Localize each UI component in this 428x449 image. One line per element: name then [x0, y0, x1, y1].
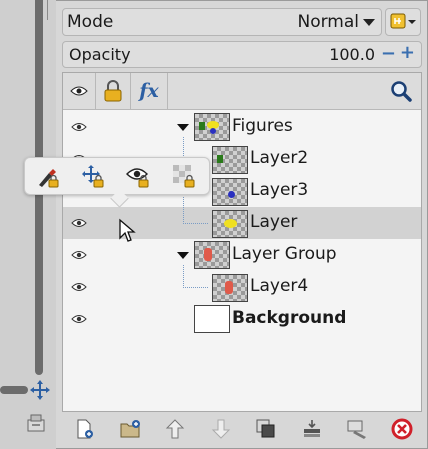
- eye-icon[interactable]: [71, 217, 87, 229]
- opacity-decrease-button[interactable]: −: [381, 43, 396, 64]
- layer-name: Layer Group: [232, 244, 337, 264]
- layers-toolbar: [62, 413, 422, 445]
- search-icon[interactable]: [389, 79, 413, 103]
- raise-layer-icon[interactable]: [163, 417, 187, 441]
- chevron-down-icon: [363, 19, 375, 26]
- effects-column-header[interactable]: fx: [131, 73, 168, 109]
- mode-label: Mode: [67, 12, 114, 32]
- new-layer-icon[interactable]: [72, 417, 96, 441]
- navigate-move-icon[interactable]: [28, 378, 52, 402]
- layer-name: Figures: [232, 116, 293, 136]
- lock-popover: [24, 157, 210, 208]
- layer-thumbnail: [212, 146, 248, 174]
- duplicate-layer-icon[interactable]: [254, 417, 278, 441]
- mouse-cursor-icon: [119, 218, 136, 242]
- layer-row-figures[interactable]: Figures: [63, 111, 421, 143]
- opacity-label: Opacity: [69, 45, 131, 64]
- lock-visibility-icon[interactable]: [125, 163, 151, 189]
- new-layer-group-icon[interactable]: [118, 417, 142, 441]
- tree-connector: [183, 265, 208, 288]
- fx-icon: fx: [139, 80, 159, 102]
- layer-name: Background: [232, 308, 347, 328]
- layer-thumbnail: [194, 305, 230, 333]
- layer-name: Layer3: [250, 180, 309, 200]
- tree-connector: [183, 197, 208, 224]
- eye-icon: [70, 86, 88, 96]
- opacity-value[interactable]: 100.0: [329, 45, 375, 64]
- lock-pixels-icon[interactable]: [35, 163, 61, 189]
- composite-icon: [390, 13, 416, 29]
- layers-header: fx: [63, 73, 421, 110]
- horizontal-scrollbar[interactable]: [0, 386, 28, 394]
- opacity-spinbutton[interactable]: Opacity 100.0 − +: [62, 41, 422, 68]
- opacity-increase-button[interactable]: +: [400, 42, 415, 63]
- merge-layer-icon[interactable]: [300, 417, 324, 441]
- lock-alpha-icon[interactable]: [171, 163, 197, 189]
- lock-position-icon[interactable]: [80, 163, 106, 189]
- layer-name: Layer2: [250, 148, 309, 168]
- lower-layer-icon[interactable]: [209, 417, 233, 441]
- layer-row-layer-group[interactable]: Layer Group: [63, 239, 421, 271]
- layer-thumbnail: [212, 178, 248, 206]
- lock-column-header[interactable]: [96, 73, 131, 109]
- ruler-tick: [47, 0, 48, 20]
- mode-value: Normal: [297, 12, 359, 32]
- layer-row-layer4[interactable]: Layer4: [63, 265, 421, 303]
- export-icon[interactable]: [24, 411, 48, 435]
- layer-thumbnail: [212, 274, 248, 302]
- layers-panel: fx Figures Layer2 Layer3 Layer Layer Gro…: [62, 72, 422, 412]
- layer-name: Layer4: [250, 276, 309, 296]
- left-dock: [0, 0, 56, 449]
- visibility-column-header[interactable]: [63, 73, 96, 109]
- eye-icon[interactable]: [71, 313, 87, 325]
- eye-icon[interactable]: [71, 281, 87, 293]
- layer-thumbnail: [212, 210, 248, 238]
- composite-mode-button[interactable]: [385, 8, 421, 36]
- lock-icon: [104, 80, 122, 102]
- layer-row-background[interactable]: Background: [63, 303, 421, 335]
- layer-name: Layer: [250, 212, 298, 232]
- expand-triangle-icon[interactable]: [177, 252, 189, 259]
- delete-layer-icon[interactable]: [390, 417, 414, 441]
- anchor-layer-icon[interactable]: [345, 417, 369, 441]
- eye-icon[interactable]: [71, 249, 87, 261]
- layer-mode-select[interactable]: Mode Normal: [62, 8, 382, 36]
- layer-row-layer[interactable]: Layer: [63, 197, 421, 239]
- expand-triangle-icon[interactable]: [177, 124, 189, 131]
- eye-icon[interactable]: [71, 121, 87, 133]
